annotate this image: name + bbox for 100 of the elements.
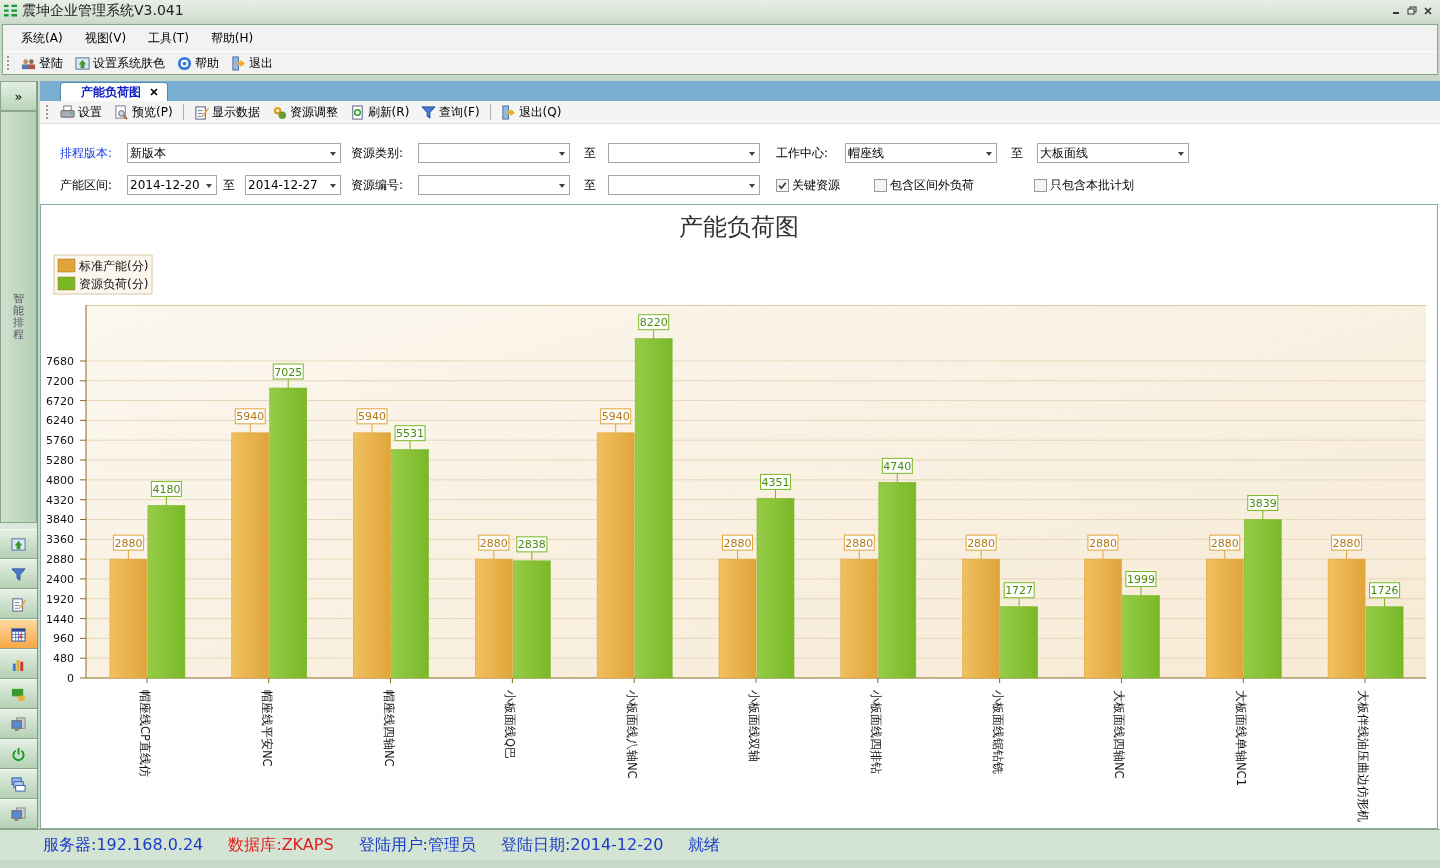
- menu-item[interactable]: 系统(A): [21, 29, 63, 47]
- field-label: 至: [584, 176, 597, 194]
- axis-label: 帽座线四轴NC: [381, 690, 396, 767]
- data-label: 5531: [394, 425, 426, 442]
- close-icon[interactable]: [1422, 5, 1434, 17]
- windows-icon: [11, 776, 26, 792]
- axis-label: 2400: [46, 572, 74, 586]
- axis-label: 小板面线锯钻铣: [990, 690, 1005, 774]
- toolbar-button[interactable]: 显示数据: [191, 102, 262, 122]
- resource-to-dropdown[interactable]: [608, 175, 760, 195]
- date-picker[interactable]: 2014-12-27: [245, 175, 341, 195]
- toolbar-button[interactable]: 登陆: [19, 53, 65, 73]
- resource-dropdown[interactable]: [418, 175, 570, 195]
- axis-label: 大板面线单轴NC1: [1234, 690, 1249, 786]
- data-label: 2880: [1087, 534, 1119, 551]
- data-label: 5940: [356, 408, 388, 425]
- restore-icon[interactable]: [1406, 5, 1418, 17]
- printer-icon: [60, 104, 75, 120]
- status-text: 就绪: [688, 834, 721, 856]
- work-center-to-dropdown[interactable]: 大板面线: [1037, 143, 1189, 163]
- data-label: 1727: [1003, 582, 1035, 599]
- sidebar-button[interactable]: [0, 649, 37, 679]
- axis-label: 7200: [46, 374, 74, 388]
- toolbar-button[interactable]: 设置系统肤色: [73, 53, 167, 73]
- version-dropdown[interactable]: 新版本: [127, 143, 341, 163]
- toolbar-button[interactable]: 资源调整: [269, 102, 340, 122]
- help-icon: [177, 55, 192, 71]
- data-label: 2880: [112, 534, 144, 551]
- axis-label: 7680: [46, 354, 74, 368]
- document-icon: [349, 104, 365, 120]
- field-label: 产能区间:: [60, 176, 114, 194]
- toolbar-button[interactable]: 刷新(R): [347, 102, 412, 122]
- data-label: 1999: [1125, 571, 1157, 587]
- category-to-dropdown[interactable]: [608, 143, 760, 163]
- axis-label: 5760: [46, 434, 74, 448]
- computer-icon: [11, 806, 26, 822]
- close-icon[interactable]: [149, 87, 159, 97]
- axis-label: 480: [53, 652, 74, 666]
- work-center-dropdown[interactable]: 帽座线: [845, 143, 997, 163]
- menu-item[interactable]: 帮助(H): [210, 29, 254, 47]
- axis-label: 小板面线八轴NC: [625, 690, 640, 779]
- sidebar-button[interactable]: [0, 619, 37, 649]
- axis-label: 960: [53, 632, 74, 646]
- axis-label: 小板面线双轴: [747, 690, 761, 762]
- app-icon: [3, 3, 18, 19]
- menu-item[interactable]: 工具(T): [148, 29, 189, 47]
- toolbar-button[interactable]: 帮助: [175, 53, 221, 73]
- toolbar-button[interactable]: 退出: [229, 53, 275, 73]
- sidebar-button[interactable]: [0, 559, 37, 589]
- axis-label: 5280: [46, 454, 74, 468]
- legend-label: 标准产能(分): [78, 259, 149, 273]
- category-dropdown[interactable]: [418, 143, 570, 163]
- window-title: 震坤企业管理系统V3.041: [22, 2, 184, 20]
- chart-title: 产能负荷图: [679, 213, 799, 241]
- sidebar-button[interactable]: [0, 709, 37, 739]
- expand-button[interactable]: »: [0, 81, 37, 111]
- gear-icon: [271, 104, 287, 120]
- sidebar-button[interactable]: [0, 799, 37, 829]
- data-label: 5940: [600, 408, 632, 425]
- data-label: 2880: [1209, 534, 1241, 551]
- field-label: 至: [584, 144, 597, 162]
- data-label: 8220: [638, 314, 670, 331]
- field-label: 资源编号:: [351, 176, 405, 194]
- checkbox[interactable]: 包含区间外负荷: [874, 176, 974, 194]
- magnifier-icon: [114, 104, 129, 120]
- sidebar-title: 智能排程: [13, 292, 24, 342]
- status-text: 数据库:ZKAPS: [228, 834, 334, 856]
- exit-icon: [231, 55, 246, 71]
- axis-label: 6720: [46, 394, 74, 408]
- data-label: 2880: [1331, 534, 1363, 551]
- document-tab[interactable]: 产能负荷图: [60, 82, 168, 101]
- axis-label: 1440: [46, 612, 74, 626]
- toolbar-button[interactable]: 查询(F): [419, 102, 482, 122]
- axis-label: 0: [67, 672, 74, 685]
- status-text: 登陆用户:管理员: [358, 834, 476, 856]
- date-picker[interactable]: 2014-12-20: [127, 175, 217, 195]
- checkbox[interactable]: 只包含本批计划: [1034, 176, 1134, 194]
- axis-label: 大板伴线油压曲边仿形机: [1356, 690, 1371, 822]
- data-label: 2880: [965, 534, 997, 551]
- computer-icon: [11, 716, 26, 732]
- axis-label: 小板面线四排钻: [868, 690, 883, 774]
- axis-label: 4800: [46, 473, 74, 487]
- toolbar-button[interactable]: 预览(P): [112, 102, 175, 122]
- menu-item[interactable]: 视图(V): [84, 29, 127, 47]
- edit-icon: [11, 596, 26, 612]
- checkbox[interactable]: 关键资源: [776, 176, 840, 194]
- status-text: 登陆日期:2014-12-20: [500, 834, 664, 856]
- notepad-icon: [193, 104, 209, 120]
- axis-label: 帽座线平安NC: [259, 690, 274, 767]
- field-label: 工作中心:: [776, 144, 830, 162]
- toolbar-button[interactable]: 设置: [58, 102, 104, 122]
- axis-label: 3360: [46, 533, 74, 547]
- data-label: 1726: [1369, 582, 1401, 599]
- toolbar-button[interactable]: 退出(Q): [498, 102, 564, 122]
- status-text: 服务器:192.168.0.24: [43, 834, 204, 856]
- sidebar-button[interactable]: [0, 769, 37, 799]
- data-label: 2880: [843, 534, 875, 551]
- data-label: 4180: [150, 480, 182, 497]
- field-label: 至: [1011, 144, 1024, 162]
- data-label: 4351: [760, 473, 791, 490]
